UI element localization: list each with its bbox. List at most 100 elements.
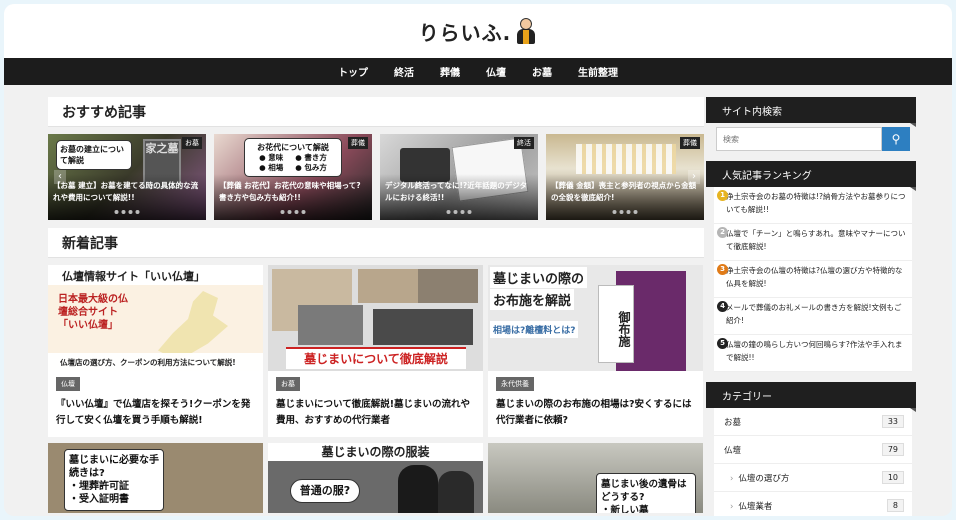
ranking-title[interactable]: メールで葬儀のお礼メールの書き方を解説!文例もご紹介! <box>720 301 906 327</box>
ranking-item[interactable]: 4 メールで葬儀のお礼メールの書き方を解説!文例もご紹介! <box>714 298 912 335</box>
recommended-tag: 葬儀 <box>348 137 368 149</box>
post-title[interactable]: 墓じまいについて徹底解説!墓じまいの流れや費用、おすすめの代行業者 <box>276 397 475 429</box>
carousel-dots <box>446 210 472 214</box>
category-item[interactable]: › 仏壇業者 8 <box>714 492 912 516</box>
ranking-title[interactable]: 仏壇で「チーン」と鳴らすあれ。意味やマナーについて徹底解説! <box>720 227 906 253</box>
category-label[interactable]: お墓 <box>724 416 741 428</box>
category-label[interactable]: 仏壇 <box>724 444 741 456</box>
category-item[interactable]: › 仏壇の選び方 10 <box>714 464 912 492</box>
thumb-text: 墓じまいの際の服装 <box>268 443 483 461</box>
recommended-heading: おすすめ記事 <box>48 97 704 127</box>
photo-graphic <box>373 309 473 345</box>
thumb-line1: 墓じまいの際の <box>490 267 588 288</box>
photo-graphic <box>418 269 478 303</box>
category-item[interactable]: お墓 33 <box>714 408 912 436</box>
carousel-dots <box>612 210 638 214</box>
new-posts-grid-row2: 墓じまいに必要な手続きは? ・埋葬許可証 ・受入証明書 墓じまいの際の服装 普通… <box>48 443 704 513</box>
rank-number-badge: 2 <box>717 227 728 238</box>
search-icon: ⚲ <box>891 132 901 146</box>
site-logo[interactable]: りらいふ. <box>419 17 538 46</box>
site-header: りらいふ. <box>4 4 952 58</box>
nav-seizen[interactable]: 生前整理 <box>578 64 618 79</box>
recommended-item[interactable]: お花代について解説 ● 意味 ● 相場 ● 書き方 ● 包み方 葬儀 【葬儀 お花代… <box>214 134 372 220</box>
recommended-box: お墓の建立について解説 <box>56 140 132 170</box>
ranking-item[interactable]: 3 浄土宗寺会の仏壇の特徴は?仏壇の選び方や特徴的な仏具を解説! <box>714 261 912 298</box>
search-button[interactable]: ⚲ <box>882 127 910 151</box>
ranking-title[interactable]: 浄土宗寺会のお墓の特徴は!?納骨方法やお墓参りについても解説!! <box>720 190 906 216</box>
ranking-title[interactable]: 浄土宗寺会の仏壇の特徴は?仏壇の選び方や特徴的な仏具を解説! <box>720 264 906 290</box>
post-card[interactable]: 仏壇情報サイト「いい仏壇」 日本最大級の仏壇総合サイト「いい仏壇」 仏壇店の選び… <box>48 265 263 437</box>
recommended-item[interactable]: 葬儀 › 【葬儀 金額】喪主と参列者の視点から金額の全貌を徹底紹介! <box>546 134 704 220</box>
recommended-caption: デジタル終活ってなに!?近年話題のデジタルにおける終活!! <box>385 181 528 202</box>
post-title[interactable]: 『いい仏壇』で仏壇店を探そう!クーポンを発行して安く仏壇を買う手順も解説! <box>56 397 255 429</box>
post-card[interactable]: 墓じまいについて徹底解説 お墓 墓じまいについて徹底解説!墓じまいの流れや費用、… <box>268 265 483 437</box>
thumb-caption: 仏壇店の選び方、クーポンの利用方法について解説! <box>48 353 263 371</box>
category-label[interactable]: › 仏壇業者 <box>730 500 772 512</box>
browser-frame: りらいふ. トップ 終活 葬儀 仏壇 お墓 生前整理 おすすめ記事 家之墓 お墓… <box>4 4 952 516</box>
thumb-text: 墓じまい後の遺骨はどうする? <box>601 479 687 503</box>
ranking-list: 1 浄土宗寺会のお墓の特徴は!?納骨方法やお墓参りについても解説!! 2 仏壇で「チー… <box>714 187 912 372</box>
category-widget-title: カテゴリー <box>706 382 916 412</box>
category-badge[interactable]: お墓 <box>276 377 300 391</box>
post-thumbnail: 墓じまいの際の お布施を解説 相場は?離檀料とは? 御布施 <box>488 265 703 371</box>
thumb-line3: 相場は?離檀料とは? <box>490 321 579 338</box>
new-posts-heading: 新着記事 <box>48 228 704 258</box>
nav-shukatsu[interactable]: 終活 <box>394 64 414 79</box>
logo-text: りらいふ. <box>418 20 512 45</box>
new-posts-grid: 仏壇情報サイト「いい仏壇」 日本最大級の仏壇総合サイト「いい仏壇」 仏壇店の選び… <box>48 265 704 437</box>
nav-ohaka[interactable]: お墓 <box>532 64 552 79</box>
thumb-list-item: ・埋葬許可証 <box>69 481 129 492</box>
recommended-tag: 終活 <box>514 137 534 149</box>
post-card[interactable]: 墓じまいの際の お布施を解説 相場は?離檀料とは? 御布施 永代供養 墓じまいの… <box>488 265 703 437</box>
nav-top[interactable]: トップ <box>338 64 368 79</box>
category-count: 33 <box>881 415 904 428</box>
person-graphic <box>398 465 438 513</box>
ranking-title[interactable]: 仏壇の鐘の鳴らし方いつ何回鳴らす?作法や手入れまで解説!! <box>720 338 906 364</box>
post-title[interactable]: 墓じまいの際のお布施の相場は?安くするには代行業者に依頼? <box>496 397 695 429</box>
thumb-title: 仏壇情報サイト「いい仏壇」 <box>48 265 263 285</box>
speech-bubble: 普通の服? <box>290 479 360 503</box>
person-graphic <box>438 471 474 513</box>
category-item[interactable]: 仏壇 79 <box>714 436 912 464</box>
post-card[interactable]: 墓じまいに必要な手続きは? ・埋葬許可証 ・受入証明書 <box>48 443 263 513</box>
thumb-line2: お布施を解説 <box>490 289 575 310</box>
category-count: 79 <box>881 443 904 456</box>
carousel-dots <box>114 210 140 214</box>
recommended-tag: 葬儀 <box>680 137 700 149</box>
thumb-text: 墓じまいに必要な手続きは? <box>69 455 159 479</box>
recommended-tag: お墓 <box>182 137 202 149</box>
photo-graphic <box>298 305 363 345</box>
recommended-box: お花代について解説 ● 意味 ● 相場 ● 書き方 ● 包み方 <box>244 138 342 177</box>
thumb-caption: 墓じまいについて徹底解説 <box>286 347 466 369</box>
rank-number-badge: 3 <box>717 264 728 275</box>
post-thumbnail: 墓じまいについて徹底解説 <box>268 265 483 371</box>
main-content: おすすめ記事 家之墓 お墓の建立について解説 お墓 ‹ 【お墓 建立】お墓を建て… <box>48 97 704 513</box>
rank-number-badge: 1 <box>717 190 728 201</box>
category-badge[interactable]: 仏壇 <box>56 377 80 391</box>
ranking-widget-title: 人気記事ランキング <box>706 161 916 191</box>
sidebar: サイト内検索 ⚲ 人気記事ランキング 1浄土宗寺会のお墓の特徴は!?納骨方法やお… <box>706 97 916 516</box>
search-input[interactable] <box>716 127 882 151</box>
ranking-item[interactable]: 1 浄土宗寺会のお墓の特徴は!?納骨方法やお墓参りについても解説!! <box>714 187 912 224</box>
box-list-item: 包み方 <box>304 163 327 172</box>
category-count: 10 <box>881 471 904 484</box>
chevron-right-icon: › <box>730 473 734 484</box>
recommended-item[interactable]: 終活 デジタル終活ってなに!?近年話題のデジタルにおける終活!! <box>380 134 538 220</box>
category-label[interactable]: › 仏壇の選び方 <box>730 472 789 484</box>
rank-number-badge: 4 <box>717 301 728 312</box>
post-card[interactable]: 墓じまい後の遺骨はどうする? ・新しい墓 <box>488 443 703 513</box>
recommended-item[interactable]: 家之墓 お墓の建立について解説 お墓 ‹ 【お墓 建立】お墓を建てる時の具体的な… <box>48 134 206 220</box>
ranking-item[interactable]: 2 仏壇で「チーン」と鳴らすあれ。意味やマナーについて徹底解説! <box>714 224 912 261</box>
altar-flowers-graphic <box>576 144 676 174</box>
envelope-graphic: 御布施 <box>598 285 634 363</box>
recommended-caption: 【葬儀 金額】喪主と参列者の視点から金額の全貌を徹底紹介! <box>551 181 697 202</box>
recommended-caption: 【葬儀 お花代】お花代の意味や相場って?書き方や包み方も紹介!! <box>219 181 361 202</box>
recommended-caption: 【お墓 建立】お墓を建てる時の具体的な流れや費用について解説!! <box>53 181 199 202</box>
search-form: ⚲ <box>716 127 916 151</box>
category-badge[interactable]: 永代供養 <box>496 377 534 391</box>
post-card[interactable]: 墓じまいの際の服装 普通の服? <box>268 443 483 513</box>
nav-butsudan[interactable]: 仏壇 <box>486 64 506 79</box>
nav-sougi[interactable]: 葬儀 <box>440 64 460 79</box>
ranking-item[interactable]: 5 仏壇の鐘の鳴らし方いつ何回鳴らす?作法や手入れまで解説!! <box>714 335 912 372</box>
box-list-item: 意味 <box>268 153 284 162</box>
